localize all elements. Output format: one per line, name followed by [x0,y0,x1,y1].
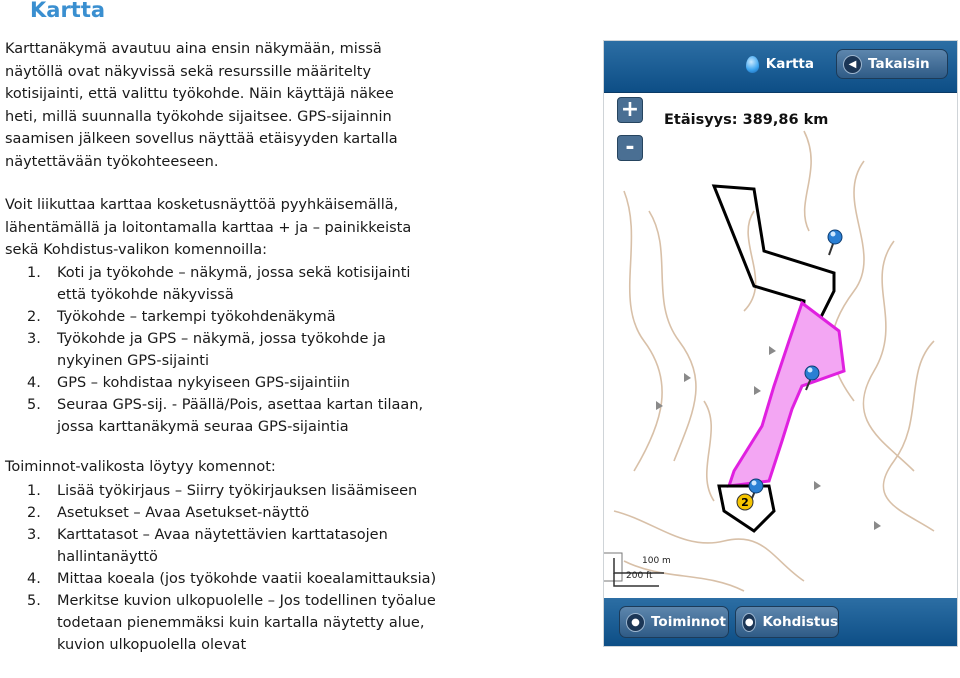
gps-pin-icon [827,229,843,256]
functions-button[interactable]: ● Toiminnot [619,606,729,638]
scale-label-metric: 100 m [642,556,671,566]
map-title: Kartta [744,50,814,78]
list-item: 4. GPS – kohdistaa nykyiseen GPS-sijainti… [27,375,350,391]
aim-command-list: 1. Koti ja työkohde – näkymä, jossa sekä … [5,262,437,438]
list-item: 3. Karttatasot – Avaa näytettävien kartta… [27,527,388,565]
back-button[interactable]: ◀ Takaisin [836,49,948,79]
page-title: Kartta [30,0,106,22]
zoom-out-button[interactable]: - [617,135,643,161]
functions-command-list: 1. Lisää työkirjaus – Siirry työkirjaukse… [5,480,437,656]
distance-readout: Etäisyys: 389,86 km [664,112,829,128]
list-item: 3. Työkohde ja GPS – näkymä, jossa työkoh… [27,331,386,369]
aim-icon: ● [742,612,757,632]
functions-intro: Toiminnot-valikosta löytyy komennot: [5,459,276,475]
map-top-bar: Kartta ◀ Takaisin [604,41,957,93]
list-item: 4. Mittaa koeala (jos työkohde vaatii koe… [27,571,437,587]
list-item: 1. Lisää työkirjaus – Siirry työkirjaukse… [27,483,418,499]
list-item: 5. Seuraa GPS-sij. - Päällä/Pois, asettaa… [27,397,424,435]
list-item: 5. Merkitse kuvion ulkopuolelle – Jos tod… [27,593,436,653]
intro-paragraph: Karttanäkymä avautuu aina ensin näkymään… [5,41,398,170]
kartta-drop-icon [746,55,759,73]
list-item: 2. Asetukset – Avaa Asetukset-näyttö [27,505,310,521]
back-arrow-icon: ◀ [843,54,862,74]
list-item: 2. Työkohde – tarkempi työkohdenäkymä [27,309,336,325]
contour-lines [613,130,935,592]
list-item: 1. Koti ja työkohde – näkymä, jossa sekä … [27,265,411,303]
map-bottom-bar: ● Toiminnot ● Kohdistus [604,598,957,646]
navigation-intro: Voit liikuttaa karttaa kosketusnäyttöä p… [5,197,412,258]
gps-pin-icon [804,365,820,391]
scale-label-imperial: 200 ft [626,571,653,581]
work-site-marker-label: 2 [741,496,749,509]
aim-button[interactable]: ● Kohdistus [735,606,839,638]
map-screenshot: 2 Kartta ◀ Takaisin + - Etäisyys: 389,86… [603,40,958,647]
work-area-polygon [726,300,846,488]
functions-icon: ● [626,612,645,632]
zoom-in-button[interactable]: + [617,97,643,123]
